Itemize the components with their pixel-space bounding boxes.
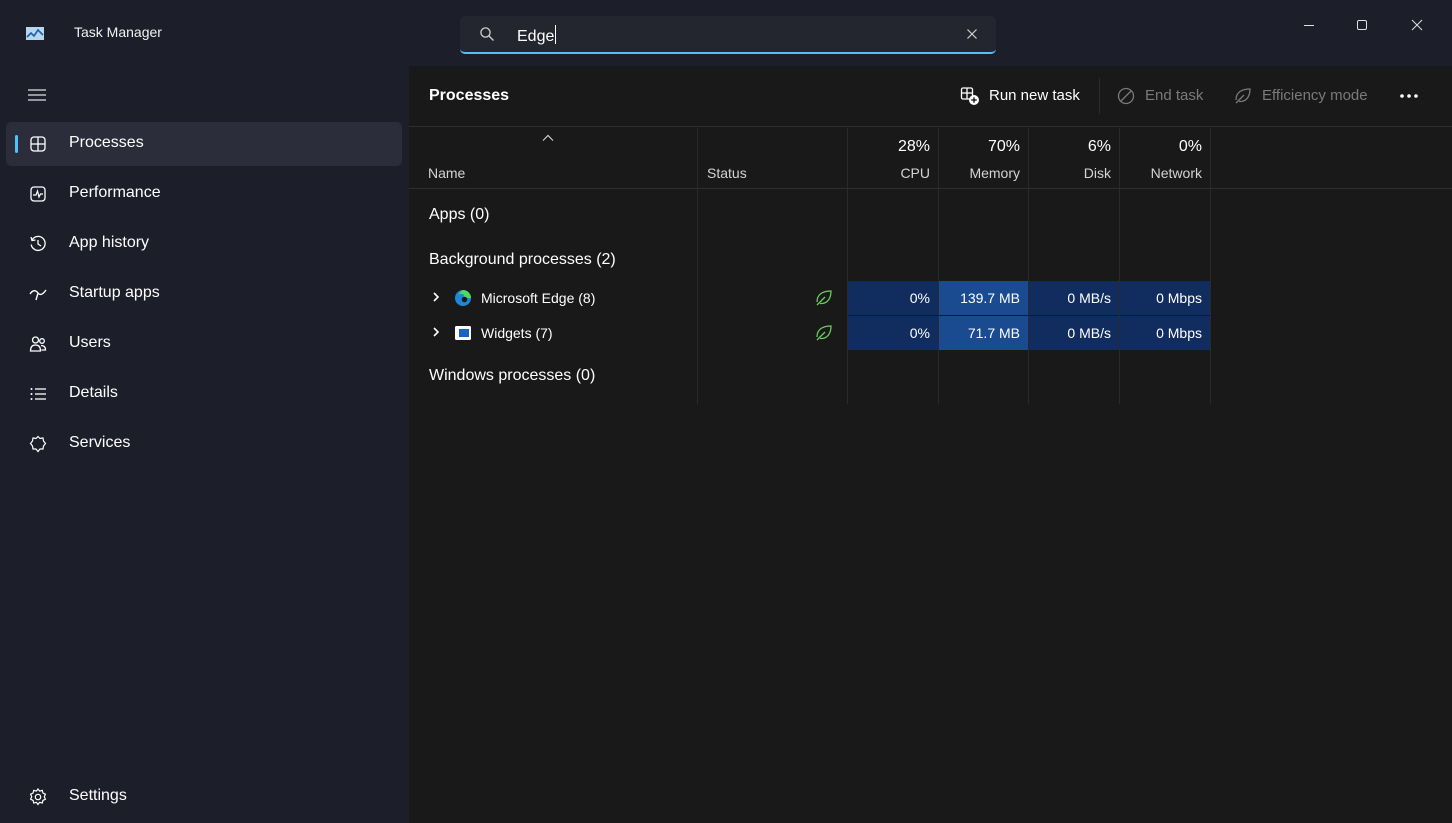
table-row[interactable]: Microsoft Edge (8) 0% 139.7 MB 0 MB/s 0 …: [409, 281, 1452, 315]
group-header-apps: Apps (0): [429, 206, 490, 223]
more-options-icon[interactable]: [1395, 86, 1423, 106]
sidebar-item-users[interactable]: Users: [6, 322, 402, 366]
widgets-icon: [455, 326, 471, 340]
close-icon[interactable]: [1402, 10, 1432, 40]
sidebar-item-startup-apps[interactable]: Startup apps: [6, 272, 402, 316]
column-divider: [1028, 128, 1029, 404]
clear-search-icon[interactable]: [964, 26, 980, 42]
column-header-network[interactable]: Network: [1121, 165, 1202, 181]
group-header-background-processes: Background processes (2): [429, 251, 616, 268]
search-icon: [480, 27, 494, 41]
sidebar-item-label: Performance: [69, 184, 161, 201]
sidebar-item-label: Settings: [69, 787, 127, 804]
memory-cell: 139.7 MB: [939, 281, 1028, 315]
page-title: Processes: [429, 87, 510, 104]
sidebar-item-performance[interactable]: Performance: [6, 172, 402, 216]
text-caret: [555, 25, 557, 44]
chevron-right-icon[interactable]: [431, 326, 441, 338]
sort-ascending-icon[interactable]: [542, 134, 554, 142]
users-icon: [29, 336, 47, 352]
app-history-icon: [30, 235, 46, 251]
chevron-right-icon[interactable]: [431, 291, 441, 303]
sidebar-item-label: Processes: [69, 134, 144, 151]
task-manager-logo-icon: [26, 27, 44, 40]
toolbar-divider: [409, 126, 1452, 127]
process-name: Microsoft Edge (8): [481, 290, 596, 306]
efficiency-mode-leaf-icon: [816, 290, 832, 306]
leaf-icon: [1235, 88, 1251, 104]
disk-total-percent: 6%: [1087, 138, 1111, 155]
sidebar-item-details[interactable]: Details: [6, 372, 402, 416]
search-box[interactable]: Edge: [460, 16, 996, 54]
column-divider: [697, 128, 698, 404]
sidebar-item-services[interactable]: Services: [6, 422, 402, 466]
efficiency-mode-leaf-icon: [816, 325, 832, 341]
column-divider: [847, 128, 848, 404]
disk-cell: 0 MB/s: [1029, 281, 1119, 315]
search-input[interactable]: Edge: [517, 25, 557, 46]
services-icon: [29, 435, 47, 453]
sidebar: Processes Performance App history Startu…: [0, 66, 410, 823]
sidebar-item-label: Services: [69, 434, 131, 451]
network-cell: 0 Mbps: [1120, 316, 1210, 350]
sidebar-item-app-history[interactable]: App history: [6, 222, 402, 266]
title-bar: Task Manager Edge: [0, 0, 1452, 66]
toolbar-separator: [1099, 78, 1100, 114]
sidebar-item-processes[interactable]: Processes: [6, 122, 402, 166]
column-divider: [1119, 128, 1120, 404]
efficiency-mode-label: Efficiency mode: [1262, 87, 1368, 104]
active-indicator: [15, 135, 18, 153]
task-manager-window: Task Manager Edge Processes Performance …: [0, 0, 1452, 823]
search-input-value: Edge: [517, 28, 555, 45]
disk-cell: 0 MB/s: [1029, 316, 1119, 350]
main-panel: Processes Run new task End task Efficien…: [409, 66, 1452, 823]
group-header-windows-processes: Windows processes (0): [429, 367, 596, 384]
details-icon: [30, 388, 46, 400]
run-new-task-button[interactable]: Run new task: [960, 82, 1085, 110]
edge-icon: [455, 290, 471, 306]
column-divider: [938, 128, 939, 404]
efficiency-mode-button[interactable]: Efficiency mode: [1233, 82, 1378, 110]
network-cell: 0 Mbps: [1120, 281, 1210, 315]
sidebar-item-label: Details: [69, 384, 118, 401]
column-header-memory[interactable]: Memory: [940, 165, 1020, 181]
processes-icon: [30, 136, 46, 152]
network-total-percent: 0%: [1178, 138, 1202, 155]
column-header-disk[interactable]: Disk: [1030, 165, 1111, 181]
column-header-status[interactable]: Status: [707, 165, 747, 181]
startup-apps-icon: [29, 289, 47, 301]
memory-cell: 71.7 MB: [939, 316, 1028, 350]
column-header-name[interactable]: Name: [428, 165, 465, 181]
cpu-cell: 0%: [848, 316, 938, 350]
cpu-cell: 0%: [848, 281, 938, 315]
table-row[interactable]: Widgets (7) 0% 71.7 MB 0 MB/s 0 Mbps: [409, 316, 1452, 350]
performance-icon: [30, 186, 46, 202]
end-task-button[interactable]: End task: [1116, 82, 1208, 110]
process-name: Widgets (7): [481, 325, 553, 341]
sidebar-item-settings[interactable]: Settings: [6, 775, 402, 819]
header-divider: [409, 188, 1452, 189]
end-task-icon: [1117, 87, 1135, 105]
gear-icon: [29, 788, 47, 806]
column-header-cpu[interactable]: CPU: [849, 165, 930, 181]
sidebar-item-label: App history: [69, 234, 150, 251]
sidebar-item-label: Users: [69, 334, 111, 351]
maximize-icon[interactable]: [1347, 10, 1377, 40]
memory-total-percent: 70%: [987, 138, 1020, 155]
run-new-task-icon: [960, 87, 979, 105]
column-divider: [1210, 128, 1211, 404]
sidebar-item-label: Startup apps: [69, 284, 160, 301]
window-title: Task Manager: [74, 24, 162, 40]
run-new-task-label: Run new task: [989, 87, 1080, 104]
end-task-label: End task: [1145, 87, 1204, 104]
hamburger-menu-icon[interactable]: [26, 86, 48, 104]
minimize-icon[interactable]: [1294, 10, 1324, 40]
cpu-total-percent: 28%: [897, 138, 930, 155]
